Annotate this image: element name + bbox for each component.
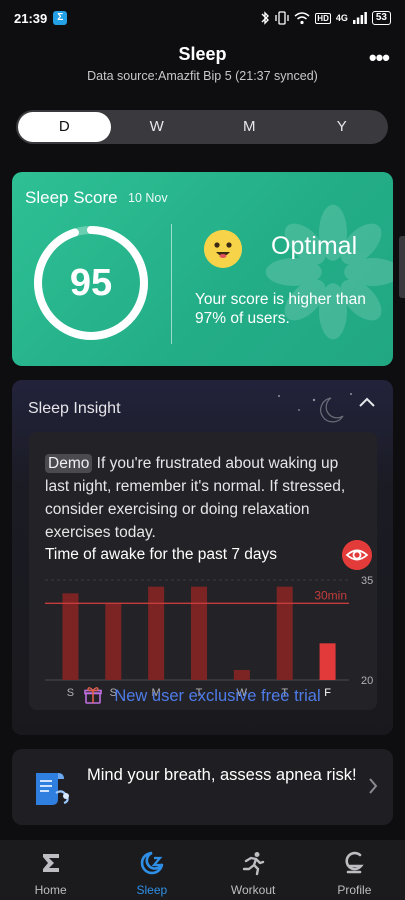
profile-icon — [345, 851, 365, 874]
chevron-up-icon[interactable] — [357, 395, 377, 409]
chart-bar — [62, 593, 79, 680]
nav-sleep[interactable]: Sleep — [101, 840, 202, 900]
sleep-insight-card: Sleep Insight Demo If you're frustrated … — [12, 380, 393, 735]
chart-title: Time of awake for the past 7 days — [45, 546, 278, 563]
chart-bar — [105, 603, 122, 680]
nav-profile-label: Profile — [337, 883, 372, 897]
nav-sleep-label: Sleep — [136, 883, 168, 897]
battery-indicator: 53 — [371, 11, 391, 25]
chart-bar — [319, 643, 336, 680]
bluetooth-icon — [261, 11, 270, 25]
chart-bar — [191, 586, 207, 680]
bottom-navigation: Home Sleep Workout Profile — [0, 840, 405, 900]
wifi-icon — [294, 11, 310, 24]
divider — [171, 224, 172, 344]
sleep-score-value: 95 — [69, 262, 113, 304]
sleep-score-card[interactable]: Sleep Score 10 Nov 95 Optimal Your score… — [12, 172, 393, 366]
chart-bar — [276, 586, 293, 680]
runner-icon — [242, 852, 265, 876]
chart-bar — [233, 670, 250, 680]
sigma-icon — [42, 854, 59, 872]
period-tabs: D W M Y — [16, 110, 388, 144]
apnea-report-icon — [36, 773, 69, 805]
sleep-score-description: Your score is higher than 97% of users. — [195, 291, 366, 327]
network-label: 4G — [335, 13, 348, 23]
chart-y-tick: 35 — [361, 575, 373, 587]
vibrate-icon — [275, 11, 289, 25]
apnea-risk-card[interactable]: Mind your breath, assess apnea risk! — [12, 749, 393, 825]
sleep-insight-title: Sleep Insight — [28, 400, 121, 417]
tab-month[interactable]: M — [203, 112, 296, 142]
hd-icon: HD — [315, 12, 331, 24]
tab-week[interactable]: W — [111, 112, 204, 142]
nav-workout[interactable]: Workout — [203, 840, 304, 900]
more-options-button[interactable]: ••• — [369, 47, 390, 69]
zepp-app-icon: Σ — [53, 11, 68, 25]
nav-home[interactable]: Home — [0, 840, 101, 900]
chart-bar — [148, 586, 165, 680]
sleep-score-date: 10 Nov — [128, 191, 168, 205]
sleep-score-title: Sleep Score — [25, 188, 118, 207]
scroll-edge-handle[interactable] — [399, 236, 405, 298]
tab-year[interactable]: Y — [296, 112, 389, 142]
page-title: Sleep — [178, 44, 227, 64]
nav-home-label: Home — [34, 883, 67, 897]
status-bar: 21:39 Σ HD 4G 53 — [0, 0, 405, 36]
nav-workout-label: Workout — [230, 883, 276, 897]
nav-profile[interactable]: Profile — [304, 840, 405, 900]
apnea-risk-text[interactable]: Mind your breath, assess apnea risk! — [87, 763, 357, 788]
gift-icon — [84, 687, 103, 704]
data-source-label: Data source:Amazfit Bip 5 (21:37 synced) — [87, 69, 318, 83]
signal-icon — [352, 12, 367, 24]
free-trial-label[interactable]: New user exclusive free trial — [114, 687, 320, 705]
status-time: 21:39 — [14, 10, 48, 26]
insight-message: Demo If you're frustrated about waking u… — [45, 452, 365, 544]
sleep-score-status: Optimal — [271, 232, 358, 260]
insight-panel: Demo If you're frustrated about waking u… — [29, 432, 377, 710]
status-icons: HD 4G 53 — [260, 11, 391, 25]
header: Sleep Data source:Amazfit Bip 5 (21:37 s… — [0, 44, 405, 83]
smiley-face-icon — [204, 230, 242, 268]
chevron-right-icon[interactable] — [367, 776, 379, 796]
moon-stars-decoration-icon — [278, 393, 352, 423]
chart-reference-label: 30min — [314, 588, 347, 602]
sleep-moon-icon — [140, 851, 164, 875]
tab-day[interactable]: D — [18, 112, 111, 142]
demo-badge: Demo — [45, 454, 93, 473]
eye-icon[interactable] — [342, 540, 372, 570]
free-trial-link[interactable]: New user exclusive free trial — [12, 686, 393, 706]
